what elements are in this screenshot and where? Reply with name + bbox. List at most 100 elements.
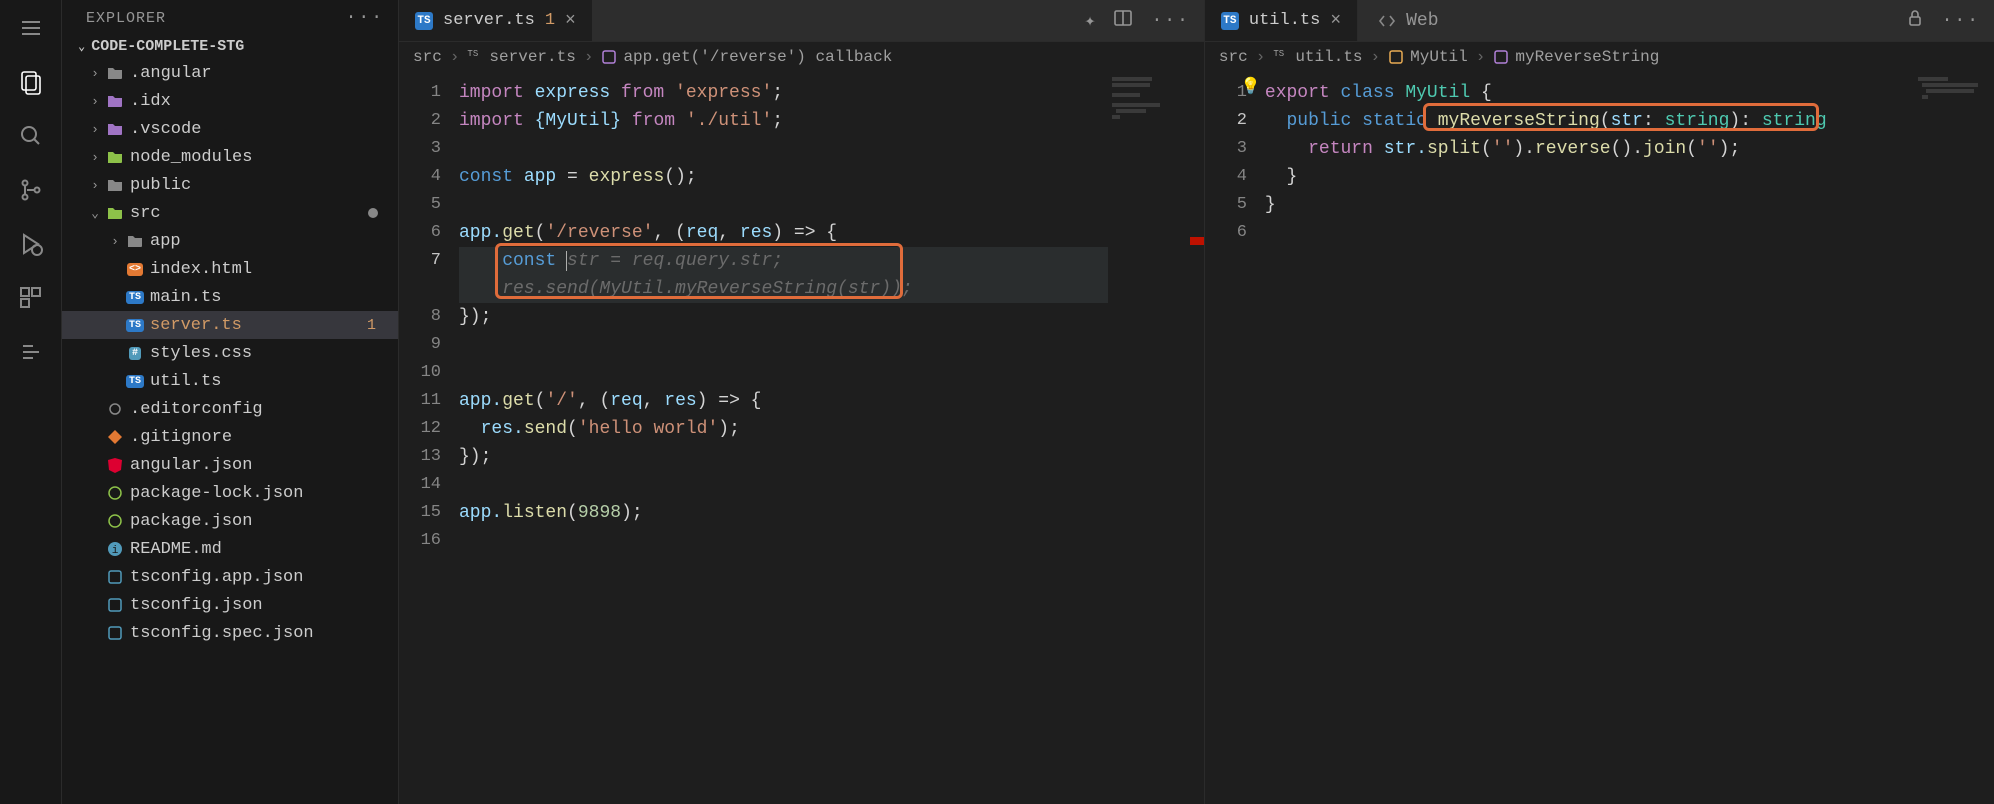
lightbulb-icon[interactable]: 💡 <box>1241 76 1261 96</box>
tree-item-label: styles.css <box>150 344 388 363</box>
search-icon[interactable] <box>15 120 47 152</box>
explorer-icon[interactable] <box>15 66 47 98</box>
config-icon <box>104 401 126 417</box>
tree-item--angular[interactable]: ›.angular <box>62 59 398 87</box>
tree-item-package-lock-json[interactable]: package-lock.json <box>62 479 398 507</box>
method-icon <box>601 49 617 65</box>
ts-icon: TS <box>124 319 146 332</box>
explorer-title: EXPLORER <box>86 10 166 27</box>
tree-item-label: main.ts <box>150 288 388 307</box>
tree-item-readme-md[interactable]: i README.md <box>62 535 398 563</box>
tree-item-tsconfig-app-json[interactable]: tsconfig.app.json <box>62 563 398 591</box>
more-icon[interactable]: ··· <box>1942 11 1980 31</box>
chevron-right-icon: › <box>86 178 104 193</box>
tree-item-tsconfig-json[interactable]: tsconfig.json <box>62 591 398 619</box>
tree-item--editorconfig[interactable]: .editorconfig <box>62 395 398 423</box>
more-icon[interactable]: ··· <box>1151 11 1189 31</box>
tab-web[interactable]: Web <box>1357 0 1458 41</box>
editor-group-left: TS server.ts 1 × ✦ ··· src › TSserver.ts… <box>398 0 1204 804</box>
tree-item-src[interactable]: ⌄src <box>62 199 398 227</box>
tree-item-label: .vscode <box>130 120 388 139</box>
tab-util-ts[interactable]: TS util.ts × <box>1205 0 1357 41</box>
tree-item-app[interactable]: ›app <box>62 227 398 255</box>
line-number: 8 <box>399 303 441 331</box>
line-number: 6 <box>399 219 441 247</box>
breadcrumbs-right[interactable]: src › TSutil.ts › MyUtil › myReverseStri… <box>1205 42 1994 73</box>
tree-item-public[interactable]: ›public <box>62 171 398 199</box>
line-number: 2 <box>1205 107 1247 135</box>
tree-item-styles-css[interactable]: #styles.css <box>62 339 398 367</box>
tree-item-label: README.md <box>130 540 388 559</box>
editor-group-right: TS util.ts × Web ··· src › TSutil.ts › <box>1204 0 1994 804</box>
html-icon: <> <box>124 263 146 276</box>
close-icon[interactable]: × <box>1330 11 1341 31</box>
close-icon[interactable]: × <box>565 11 576 31</box>
overview-ruler[interactable] <box>1188 73 1204 804</box>
sparkle-icon[interactable]: ✦ <box>1085 10 1096 32</box>
npm-icon <box>104 485 126 501</box>
code-content[interactable]: 💡 export class MyUtil { public static my… <box>1265 73 1914 804</box>
extensions-icon[interactable] <box>15 282 47 314</box>
folder-icon <box>104 92 126 110</box>
folder-icon <box>104 204 126 222</box>
tree-item-index-html[interactable]: <>index.html <box>62 255 398 283</box>
tree-item-label: .gitignore <box>130 428 388 447</box>
tree-item-main-ts[interactable]: TSmain.ts <box>62 283 398 311</box>
problems-badge: 1 <box>367 317 376 334</box>
tsconfig-icon <box>104 625 126 641</box>
minimap[interactable] <box>1914 73 1994 804</box>
chevron-right-icon: › <box>86 150 104 165</box>
chevron-right-icon: › <box>86 66 104 81</box>
tree-item-server-ts[interactable]: TSserver.ts1 <box>62 311 398 339</box>
modified-dot <box>368 208 378 218</box>
code-content[interactable]: import express from 'express'; import {M… <box>459 73 1108 804</box>
chevron-right-icon: › <box>86 122 104 137</box>
git-icon <box>104 429 126 445</box>
line-number: 12 <box>399 415 441 443</box>
explorer-sidebar: EXPLORER ··· ⌄ CODE-COMPLETE-STG ›.angul… <box>62 0 398 804</box>
line-gutter: 1234567 8910111213141516 <box>399 73 459 804</box>
tree-item--gitignore[interactable]: .gitignore <box>62 423 398 451</box>
explorer-more-icon[interactable]: ··· <box>346 8 384 28</box>
tab-bar-right: TS util.ts × Web ··· <box>1205 0 1994 42</box>
breadcrumbs-left[interactable]: src › TSserver.ts › app.get('/reverse') … <box>399 42 1204 73</box>
svg-text:i: i <box>112 545 119 557</box>
chevron-down-icon: ⌄ <box>86 206 104 221</box>
code-editor-left[interactable]: 1234567 8910111213141516 import express … <box>399 73 1204 804</box>
tab-server-ts[interactable]: TS server.ts 1 × <box>399 0 592 41</box>
breadcrumb-item: src <box>1219 48 1248 66</box>
line-number: 10 <box>399 359 441 387</box>
split-editor-icon[interactable] <box>1113 8 1133 34</box>
tree-item-util-ts[interactable]: TSutil.ts <box>62 367 398 395</box>
line-number: 3 <box>399 135 441 163</box>
tree-item-angular-json[interactable]: angular.json <box>62 451 398 479</box>
method-icon <box>1493 49 1509 65</box>
line-number: 6 <box>1205 219 1247 247</box>
error-marker <box>1190 237 1204 245</box>
breadcrumb-item: app.get('/reverse') callback <box>601 48 892 66</box>
code-editor-right[interactable]: 123456 💡 export class MyUtil { public st… <box>1205 73 1994 804</box>
minimap[interactable] <box>1108 73 1188 804</box>
tree-item-tsconfig-spec-json[interactable]: tsconfig.spec.json <box>62 619 398 647</box>
lock-icon[interactable] <box>1906 9 1924 33</box>
tree-item--vscode[interactable]: › .vscode <box>62 115 398 143</box>
tree-item-node-modules[interactable]: › node_modules <box>62 143 398 171</box>
folder-icon <box>104 176 126 194</box>
root-folder[interactable]: ⌄ CODE-COMPLETE-STG <box>62 34 398 59</box>
menu-icon[interactable] <box>15 12 47 44</box>
root-folder-label: CODE-COMPLETE-STG <box>91 38 244 55</box>
tree-item-package-json[interactable]: package.json <box>62 507 398 535</box>
indent-icon[interactable] <box>15 336 47 368</box>
ts-file-icon: TS <box>1221 12 1239 30</box>
line-number: 5 <box>399 191 441 219</box>
breadcrumb-item: TSserver.ts <box>467 48 575 66</box>
tab-label: util.ts <box>1249 11 1320 30</box>
run-debug-icon[interactable] <box>15 228 47 260</box>
tab-modified-indicator: 1 <box>545 11 555 30</box>
highlight-box-signature <box>1423 103 1819 131</box>
source-control-icon[interactable] <box>15 174 47 206</box>
tree-item-label: node_modules <box>130 148 388 167</box>
tree-item--idx[interactable]: ›.idx <box>62 87 398 115</box>
tab-label: Web <box>1406 11 1438 31</box>
folder-icon <box>104 148 126 166</box>
